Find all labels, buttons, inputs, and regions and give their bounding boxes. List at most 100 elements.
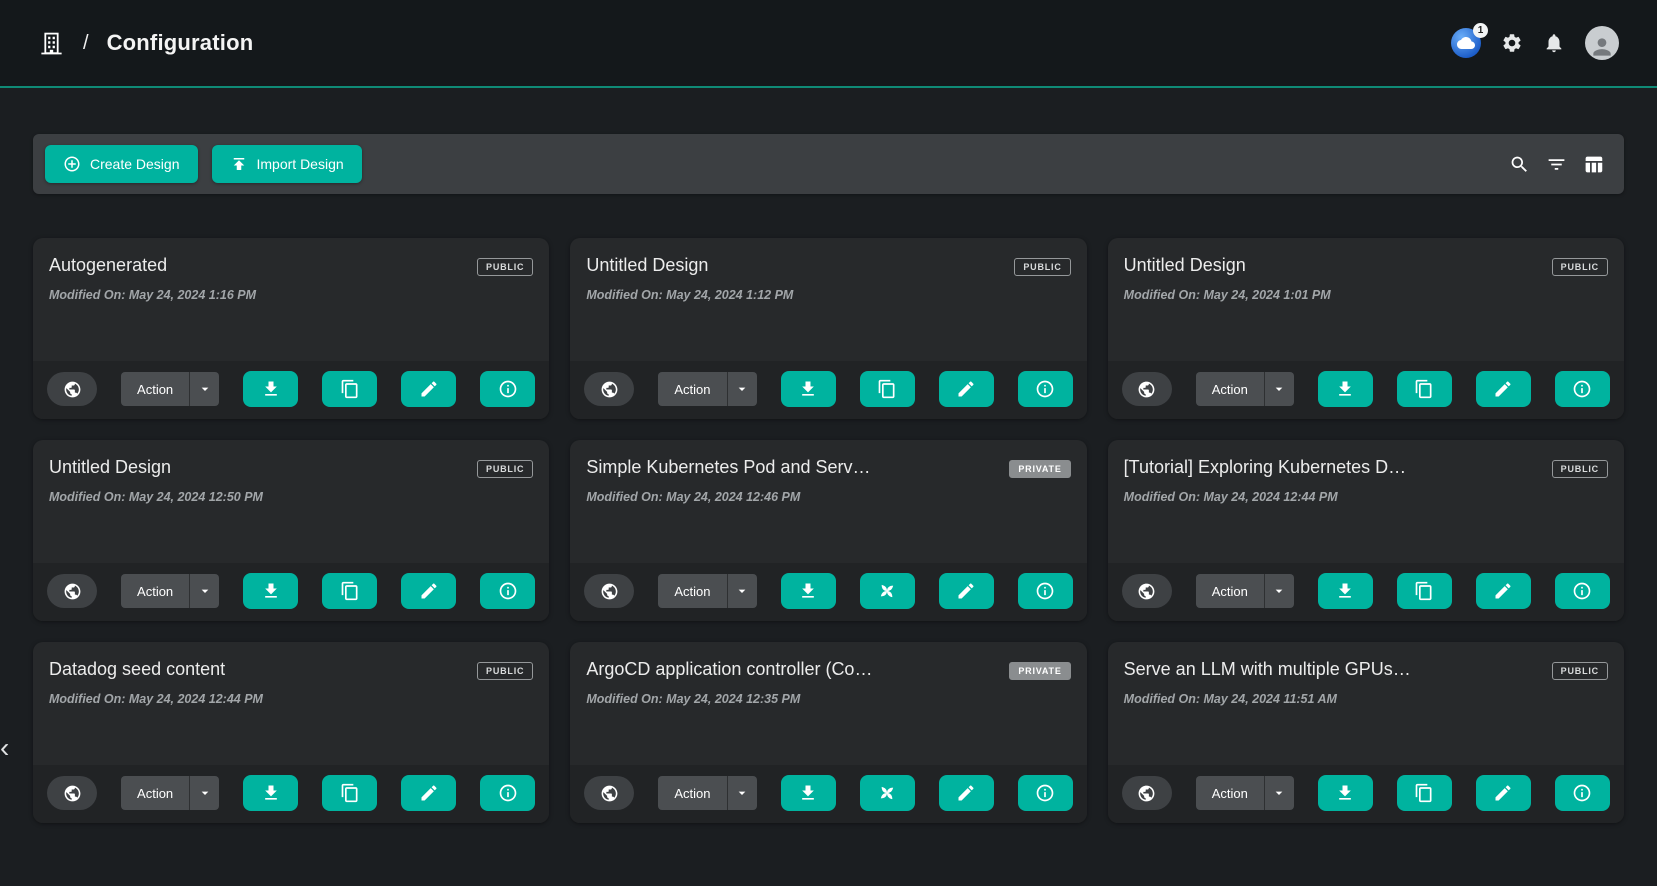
- info-button[interactable]: [1018, 573, 1073, 609]
- visibility-button[interactable]: [584, 372, 634, 406]
- action-button[interactable]: Action: [658, 776, 726, 810]
- design-card: Untitled Design PUBLIC Modified On: May …: [33, 440, 549, 621]
- chevron-down-icon: [197, 381, 213, 397]
- search-button[interactable]: [1509, 154, 1530, 175]
- info-button[interactable]: [1018, 775, 1073, 811]
- edit-button[interactable]: [1476, 371, 1531, 407]
- info-button[interactable]: [480, 775, 535, 811]
- info-button[interactable]: [1555, 573, 1610, 609]
- action-dropdown-button[interactable]: [1264, 574, 1294, 608]
- visibility-button[interactable]: [1122, 574, 1172, 608]
- clone-button[interactable]: [1397, 573, 1452, 609]
- edit-button[interactable]: [401, 573, 456, 609]
- download-button[interactable]: [1318, 371, 1373, 407]
- info-icon: [1572, 783, 1592, 803]
- action-dropdown-button[interactable]: [727, 776, 757, 810]
- action-dropdown-button[interactable]: [189, 776, 219, 810]
- visibility-badge: PUBLIC: [477, 460, 533, 478]
- visibility-button[interactable]: [1122, 776, 1172, 810]
- action-dropdown-button[interactable]: [727, 574, 757, 608]
- action-split-button: Action: [658, 372, 756, 406]
- organization-button[interactable]: [38, 30, 65, 57]
- edit-button[interactable]: [939, 371, 994, 407]
- action-dropdown-button[interactable]: [727, 372, 757, 406]
- globe-icon: [600, 784, 619, 803]
- edit-button[interactable]: [401, 775, 456, 811]
- download-button[interactable]: [243, 371, 298, 407]
- visibility-button[interactable]: [47, 574, 97, 608]
- action-button[interactable]: Action: [658, 574, 726, 608]
- edit-button[interactable]: [1476, 573, 1531, 609]
- user-avatar[interactable]: [1585, 26, 1619, 60]
- collapse-drawer-button[interactable]: ‹: [0, 732, 24, 764]
- modified-on-text: Modified On: May 24, 2024 12:50 PM: [49, 490, 533, 504]
- kanvas-swirl-icon: [877, 581, 897, 601]
- clone-button[interactable]: [322, 371, 377, 407]
- clone-button[interactable]: [322, 775, 377, 811]
- visibility-button[interactable]: [584, 776, 634, 810]
- download-button[interactable]: [1318, 573, 1373, 609]
- card-action-bar: Action: [33, 361, 549, 419]
- chevron-down-icon: [734, 381, 750, 397]
- visibility-badge: PUBLIC: [1552, 460, 1608, 478]
- clone-button[interactable]: [860, 775, 915, 811]
- action-dropdown-button[interactable]: [189, 372, 219, 406]
- action-button[interactable]: Action: [1196, 574, 1264, 608]
- table-view-button[interactable]: [1583, 154, 1604, 175]
- info-button[interactable]: [1018, 371, 1073, 407]
- action-dropdown-button[interactable]: [1264, 776, 1294, 810]
- globe-icon: [63, 784, 82, 803]
- clone-button[interactable]: [1397, 775, 1452, 811]
- create-design-button[interactable]: Create Design: [45, 145, 198, 183]
- card-action-bar: Action: [33, 765, 549, 823]
- card-action-bar: Action: [1108, 361, 1624, 419]
- copy-icon: [340, 379, 360, 399]
- visibility-button[interactable]: [47, 776, 97, 810]
- clone-button[interactable]: [1397, 371, 1452, 407]
- filter-button[interactable]: [1546, 154, 1567, 175]
- card-action-bar: Action: [1108, 563, 1624, 621]
- info-button[interactable]: [1555, 371, 1610, 407]
- info-button[interactable]: [480, 573, 535, 609]
- action-button[interactable]: Action: [1196, 372, 1264, 406]
- download-icon: [261, 783, 281, 803]
- edit-button[interactable]: [1476, 775, 1531, 811]
- cloud-connection-button[interactable]: 1: [1451, 28, 1481, 58]
- info-button[interactable]: [1555, 775, 1610, 811]
- visibility-button[interactable]: [47, 372, 97, 406]
- info-button[interactable]: [480, 371, 535, 407]
- action-button[interactable]: Action: [1196, 776, 1264, 810]
- action-button[interactable]: Action: [121, 574, 189, 608]
- clone-button[interactable]: [322, 573, 377, 609]
- globe-icon: [63, 582, 82, 601]
- card-body: Untitled Design PUBLIC Modified On: May …: [570, 238, 1086, 361]
- info-icon: [1035, 581, 1055, 601]
- action-button[interactable]: Action: [121, 372, 189, 406]
- import-design-button[interactable]: Import Design: [212, 145, 362, 183]
- pencil-icon: [419, 783, 439, 803]
- action-button[interactable]: Action: [121, 776, 189, 810]
- download-button[interactable]: [781, 371, 836, 407]
- download-button[interactable]: [781, 573, 836, 609]
- download-button[interactable]: [1318, 775, 1373, 811]
- download-icon: [798, 783, 818, 803]
- action-button[interactable]: Action: [658, 372, 726, 406]
- card-action-bar: Action: [570, 361, 1086, 419]
- download-button[interactable]: [243, 775, 298, 811]
- settings-button[interactable]: [1501, 32, 1523, 54]
- download-button[interactable]: [781, 775, 836, 811]
- design-card: Untitled Design PUBLIC Modified On: May …: [1108, 238, 1624, 419]
- action-dropdown-button[interactable]: [1264, 372, 1294, 406]
- edit-button[interactable]: [939, 775, 994, 811]
- visibility-button[interactable]: [584, 574, 634, 608]
- clone-button[interactable]: [860, 573, 915, 609]
- visibility-button[interactable]: [1122, 372, 1172, 406]
- notifications-button[interactable]: [1543, 32, 1565, 54]
- clone-button[interactable]: [860, 371, 915, 407]
- download-button[interactable]: [243, 573, 298, 609]
- edit-button[interactable]: [401, 371, 456, 407]
- action-dropdown-button[interactable]: [189, 574, 219, 608]
- edit-button[interactable]: [939, 573, 994, 609]
- toolbar-view-controls: [1509, 154, 1612, 175]
- design-toolbar: Create Design Import Design: [33, 134, 1624, 194]
